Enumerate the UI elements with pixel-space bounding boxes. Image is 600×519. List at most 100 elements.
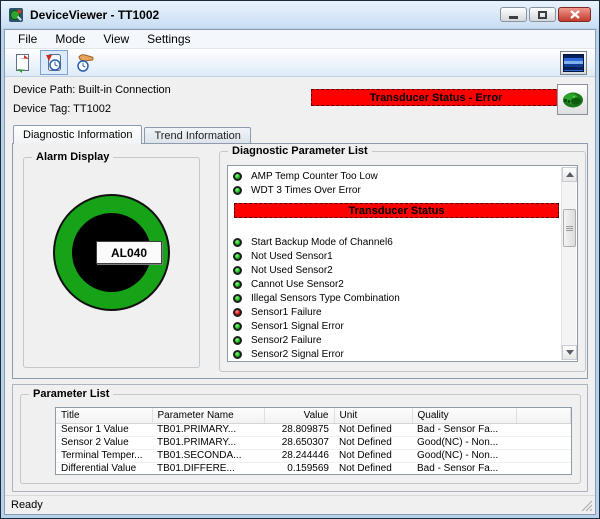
- titlebar: DeviceViewer - TT1002: [1, 1, 599, 28]
- blue-stripes-swatch: [563, 53, 584, 72]
- maximize-button[interactable]: [529, 7, 556, 22]
- diagnostic-list-item[interactable]: Sensor2 Failure: [233, 333, 560, 347]
- diagnostic-list-item[interactable]: Not Used Sensor1: [233, 249, 560, 263]
- parameter-cell: Bad - Sensor Fa...: [412, 423, 516, 437]
- green-led-icon: [233, 335, 242, 345]
- parameter-row[interactable]: Differential Value TB01.DIFFERE... 0.15956…: [56, 462, 571, 474]
- diagnostic-item-label: Sensor1 Signal Error: [251, 320, 344, 332]
- upload-download-icon: [16, 53, 29, 73]
- green-led-icon: [233, 265, 242, 275]
- green-led-icon: [233, 237, 242, 247]
- diagnostic-items-container: AMP Temp Counter Too Low WDT 3 Times Over…: [233, 169, 560, 362]
- scroll-up-button[interactable]: [562, 167, 577, 182]
- green-led-icon: [233, 321, 242, 331]
- app-window: DeviceViewer - TT1002 File Mode View Set…: [0, 0, 600, 519]
- green-led-icon: [233, 251, 242, 261]
- diagnostic-item-label: Not Used Sensor1: [251, 250, 333, 262]
- toolbar: [5, 49, 595, 77]
- diagnostic-item-label: Cannot Use Sensor2: [251, 278, 344, 290]
- tab-trend-information[interactable]: Trend Information: [144, 127, 251, 143]
- close-button[interactable]: [558, 7, 591, 22]
- transducer-error-banner: Transducer Status - Error: [311, 89, 561, 106]
- menu-file[interactable]: File: [9, 31, 46, 47]
- menu-settings[interactable]: Settings: [138, 31, 199, 47]
- diagnostic-parameter-list-group: Diagnostic Parameter List AMP Temp Count…: [219, 145, 586, 372]
- diagnostic-list-item[interactable]: Not Used Sensor2: [233, 263, 560, 277]
- parameter-cell: Not Defined: [334, 449, 412, 463]
- upload-download-button[interactable]: [9, 50, 37, 75]
- parameter-cell: Sensor 1 Value: [56, 423, 152, 437]
- column-header-value[interactable]: Value: [264, 408, 335, 424]
- parameter-cell: TB01.PRIMARY...: [152, 436, 264, 450]
- color-scheme-button[interactable]: [560, 50, 587, 75]
- parameter-row[interactable]: Sensor 1 Value TB01.PRIMARY... 28.809875 No…: [56, 423, 571, 437]
- parameter-cell: 0.159569: [264, 462, 334, 474]
- parameter-cell: Not Defined: [334, 423, 412, 437]
- column-header-unit[interactable]: Unit: [334, 408, 413, 424]
- scroll-down-icon: [565, 350, 574, 355]
- diagnostic-item-label: Sensor1 Failure: [251, 306, 322, 318]
- hand-stopwatch-icon: [77, 53, 94, 72]
- app-icon: [9, 7, 23, 22]
- app-frame: File Mode View Settings Device Path: Bui…: [4, 29, 596, 515]
- diagnostic-item-label: Sensor2 Failure: [251, 334, 322, 346]
- parameter-cell: TB01.DIFFERE...: [152, 462, 264, 474]
- diagnostic-list-item[interactable]: WDT 3 Times Over Error: [233, 183, 560, 197]
- tab-strip: Diagnostic Information Trend Information: [5, 123, 595, 144]
- diagnostic-list-item[interactable]: Sensor1 Signal Error: [233, 319, 560, 333]
- alarm-display-title: Alarm Display: [32, 151, 114, 163]
- diagnostic-item-label: Illegal Sensors Type Combination: [251, 292, 400, 304]
- parameter-cell: Differential Value: [56, 462, 152, 474]
- parameter-cell: 28.809875: [264, 423, 334, 437]
- alarm-ring: AL040: [53, 194, 170, 311]
- diagnostic-list-item[interactable]: AMP Temp Counter Too Low: [233, 169, 560, 183]
- device-image-button[interactable]: [557, 84, 588, 115]
- resize-grip[interactable]: [581, 500, 593, 512]
- diagnostic-list-item[interactable]: Illegal Sensors Type Combination: [233, 291, 560, 305]
- parameter-cell: Good(NC) - Non...: [412, 449, 516, 463]
- red-led-icon: [233, 307, 242, 317]
- diagnostic-list-item[interactable]: Cannot Use Sensor2: [233, 277, 560, 291]
- menu-mode[interactable]: Mode: [46, 31, 94, 47]
- manual-operation-button[interactable]: [71, 50, 99, 75]
- diagnostic-list-item[interactable]: Terminal Sensor Failure: [233, 361, 560, 362]
- alarm-ring-center: AL040: [72, 213, 162, 292]
- parameter-cell: TB01.SECONDA...: [152, 449, 264, 463]
- parameter-table: Title Parameter Name Value Unit Quality Sens…: [56, 408, 571, 474]
- column-header-parameter-name[interactable]: Parameter Name: [152, 408, 265, 424]
- parameter-cell: Not Defined: [334, 462, 412, 474]
- minimize-icon: [509, 15, 518, 19]
- scroll-down-button[interactable]: [562, 345, 577, 360]
- minimize-button[interactable]: [500, 7, 527, 22]
- scrollbar-thumb[interactable]: [563, 209, 576, 247]
- alarm-tag-label: AL040: [96, 241, 162, 264]
- parameter-table-wrap: Title Parameter Name Value Unit Quality Sens…: [55, 407, 572, 475]
- parameter-cell: 28.650307: [264, 436, 334, 450]
- trend-monitor-button[interactable]: [40, 50, 68, 75]
- diagnostic-list-scrollbar[interactable]: [561, 167, 577, 360]
- trend-monitor-icon: [46, 53, 61, 71]
- window-title: DeviceViewer - TT1002: [30, 7, 160, 22]
- diagnostic-item-label: WDT 3 Times Over Error: [251, 184, 361, 196]
- diagnostic-list-item[interactable]: Sensor2 Signal Error: [233, 347, 560, 361]
- parameter-cell-filler: [516, 462, 571, 474]
- parameter-table-header[interactable]: Title Parameter Name Value Unit Quality: [56, 408, 571, 424]
- diagnostic-item-label: Not Used Sensor2: [251, 264, 333, 276]
- parameter-cell-filler: [516, 449, 571, 463]
- status-text: Ready: [11, 499, 43, 511]
- diagnostic-parameter-list: AMP Temp Counter Too Low WDT 3 Times Over…: [227, 165, 578, 362]
- green-led-icon: [233, 293, 242, 303]
- diagnostic-list-item[interactable]: Start Backup Mode of Channel6: [233, 235, 560, 249]
- diagnostic-list-item[interactable]: Sensor1 Failure: [233, 305, 560, 319]
- parameter-cell: Bad - Sensor Fa...: [412, 462, 516, 474]
- column-header-title[interactable]: Title: [56, 408, 153, 424]
- diagnostic-item-label: AMP Temp Counter Too Low: [251, 170, 378, 182]
- parameter-cell: 28.244446: [264, 449, 334, 463]
- menu-view[interactable]: View: [94, 31, 138, 47]
- maximize-icon: [538, 10, 547, 19]
- parameter-row[interactable]: Sensor 2 Value TB01.PRIMARY... 28.650307 No…: [56, 436, 571, 450]
- column-header-quality[interactable]: Quality: [412, 408, 517, 424]
- parameter-row[interactable]: Terminal Temper... TB01.SECONDA... 28.2444…: [56, 449, 571, 463]
- close-icon: [569, 10, 580, 19]
- tab-diagnostic-information[interactable]: Diagnostic Information: [13, 125, 143, 144]
